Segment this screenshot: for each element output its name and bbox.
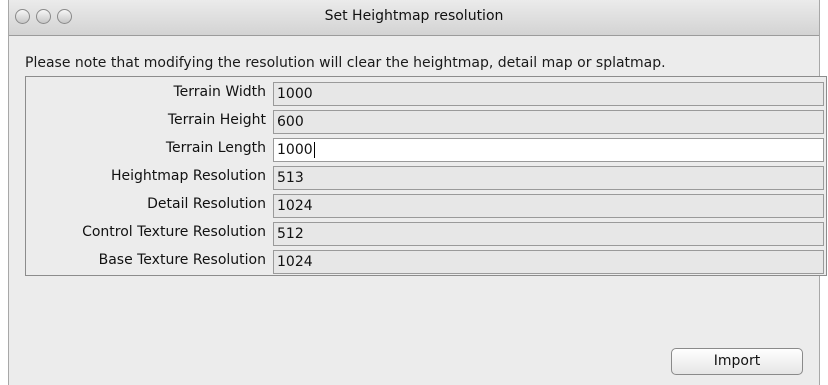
dialog-window: Set Heightmap resolution Please note tha… [8, 0, 827, 385]
title-bar[interactable]: Set Heightmap resolution [9, 0, 819, 36]
window-title: Set Heightmap resolution [324, 8, 504, 24]
control-texture-resolution-input[interactable]: 512 [273, 222, 824, 246]
resolution-form: Terrain Width 1000 Terrain Height 600 Te… [25, 76, 827, 276]
import-button[interactable]: Import [671, 348, 803, 375]
form-row-base-texture-resolution: Base Texture Resolution 1024 [26, 248, 826, 275]
form-row-control-texture-resolution: Control Texture Resolution 512 [26, 220, 826, 248]
terrain-width-label: Terrain Width [173, 84, 266, 100]
form-row-heightmap-resolution: Heightmap Resolution 513 [26, 164, 826, 192]
heightmap-resolution-label: Heightmap Resolution [111, 168, 266, 184]
form-row-terrain-width: Terrain Width 1000 [26, 80, 826, 108]
heightmap-resolution-input[interactable]: 513 [273, 166, 824, 190]
base-texture-resolution-label: Base Texture Resolution [98, 252, 266, 268]
detail-resolution-label: Detail Resolution [147, 196, 266, 212]
terrain-length-label: Terrain Length [165, 140, 266, 156]
terrain-length-input[interactable]: 1000 [273, 138, 824, 162]
form-row-terrain-height: Terrain Height 600 [26, 108, 826, 136]
form-row-detail-resolution: Detail Resolution 1024 [26, 192, 826, 220]
terrain-height-label: Terrain Height [167, 112, 266, 128]
warning-note: Please note that modifying the resolutio… [25, 55, 666, 71]
terrain-length-value: 1000 [277, 142, 313, 158]
terrain-width-input[interactable]: 1000 [273, 82, 824, 106]
base-texture-resolution-input[interactable]: 1024 [273, 250, 824, 274]
terrain-height-input[interactable]: 600 [273, 110, 824, 134]
text-caret [313, 142, 315, 158]
control-texture-resolution-label: Control Texture Resolution [82, 224, 266, 240]
detail-resolution-input[interactable]: 1024 [273, 194, 824, 218]
form-row-terrain-length: Terrain Length 1000 [26, 136, 826, 164]
